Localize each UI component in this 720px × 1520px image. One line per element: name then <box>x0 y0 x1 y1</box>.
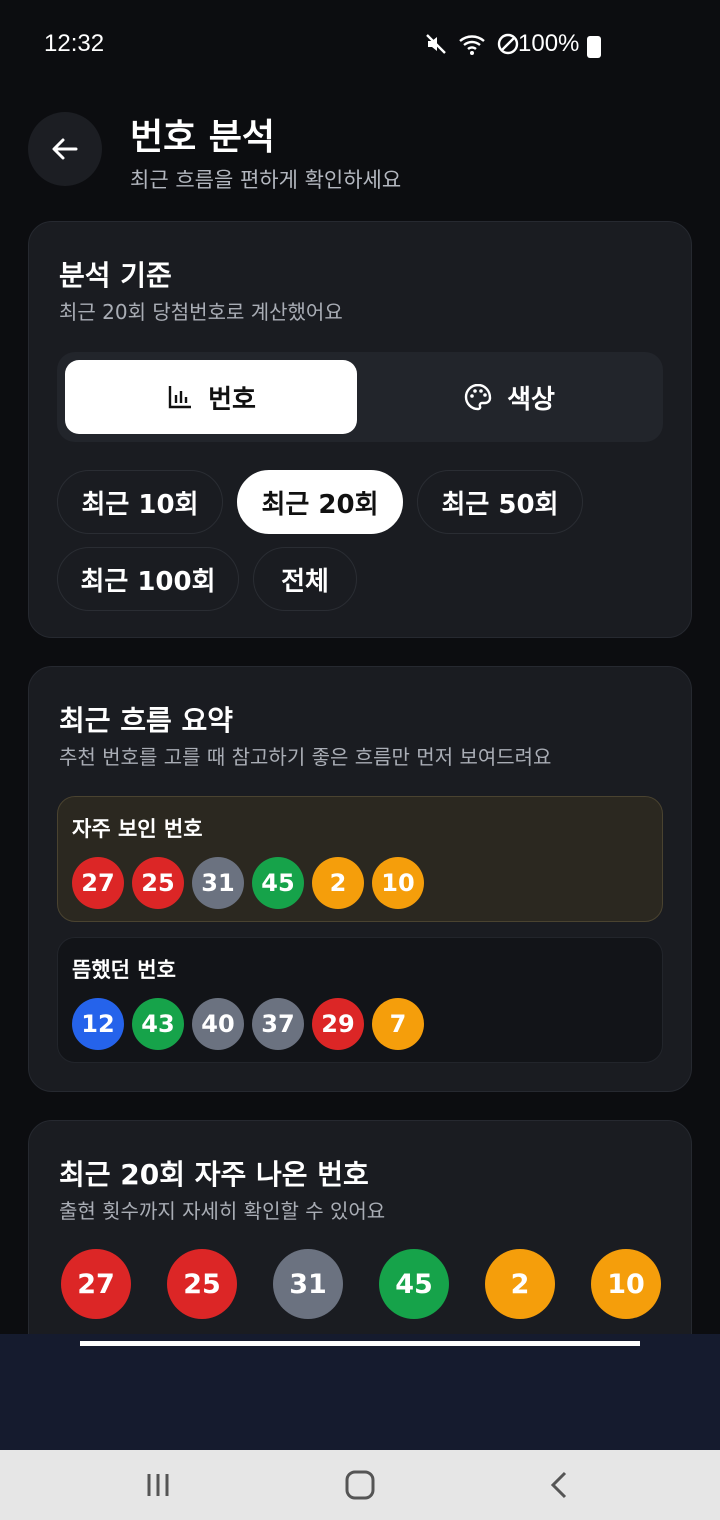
status-icons <box>424 32 520 56</box>
tab-color-label: 색상 <box>507 384 555 415</box>
mute-icon <box>426 34 446 54</box>
banner-strip <box>80 1341 640 1346</box>
range-chip-50[interactable]: 최근 50회 <box>417 470 583 534</box>
range-chip-label: 최근 10회 <box>81 489 199 520</box>
mode-toggle: 번호 색상 <box>57 352 663 442</box>
frequent-subtitle: 출현 횟수까지 자세히 확인할 수 있어요 <box>59 1199 386 1223</box>
number-ball: 31 <box>192 857 244 909</box>
frequent-title: 최근 20회 자주 나온 번호 <box>59 1158 369 1191</box>
home-icon <box>345 1470 375 1500</box>
number-ball[interactable]: 27 <box>61 1249 131 1319</box>
page-title: 번호 분석 <box>130 117 276 158</box>
frequent-numbers-list: 27 25 31 45 2 10 <box>61 1249 661 1319</box>
chevron-left-icon <box>550 1471 567 1499</box>
status-bar: 12:32 100% <box>0 0 720 90</box>
range-chip-label: 전체 <box>281 566 329 597</box>
tab-color[interactable]: 색상 <box>363 360 655 434</box>
range-chip-10[interactable]: 최근 10회 <box>57 470 223 534</box>
page-subtitle: 최근 흐름을 편하게 확인하세요 <box>130 168 402 192</box>
header: 번호 분석 최근 흐름을 편하게 확인하세요 <box>0 100 720 210</box>
battery-icon <box>587 36 601 58</box>
range-chip-label: 최근 100회 <box>80 566 216 597</box>
number-ball: 7 <box>372 998 424 1050</box>
recent-apps-icon <box>147 1474 169 1496</box>
status-time: 12:32 <box>44 30 105 57</box>
range-chip-all[interactable]: 전체 <box>253 547 357 611</box>
cold-numbers-panel: 뜸했던 번호 12 43 40 37 29 7 <box>57 937 663 1063</box>
battery-percent: 100% <box>518 30 580 57</box>
number-ball: 12 <box>72 998 124 1050</box>
back-nav-button[interactable] <box>530 1460 590 1510</box>
hot-numbers-panel: 자주 보인 번호 27 25 31 45 2 10 <box>57 796 663 922</box>
number-ball: 37 <box>252 998 304 1050</box>
summary-card: 최근 흐름 요약 추천 번호를 고를 때 참고하기 좋은 흐름만 먼저 보여드려… <box>28 666 692 1092</box>
number-ball: 43 <box>132 998 184 1050</box>
criteria-title: 분석 기준 <box>59 259 172 292</box>
recent-apps-button[interactable] <box>128 1460 188 1510</box>
number-ball: 27 <box>72 857 124 909</box>
criteria-subtitle: 최근 20회 당첨번호로 계산했어요 <box>59 300 343 324</box>
hot-numbers-list: 27 25 31 45 2 10 <box>72 857 424 909</box>
number-ball: 40 <box>192 998 244 1050</box>
number-ball: 45 <box>252 857 304 909</box>
number-ball[interactable]: 10 <box>591 1249 661 1319</box>
summary-title: 최근 흐름 요약 <box>59 704 234 737</box>
bottom-banner-area <box>0 1334 720 1450</box>
blocked-icon <box>497 33 519 55</box>
wifi-icon <box>459 35 485 55</box>
number-ball: 29 <box>312 998 364 1050</box>
number-ball[interactable]: 25 <box>167 1249 237 1319</box>
tab-number[interactable]: 번호 <box>65 360 357 434</box>
number-ball[interactable]: 45 <box>379 1249 449 1319</box>
home-button[interactable] <box>330 1460 390 1510</box>
system-nav-bar <box>0 1450 720 1520</box>
range-chip-100[interactable]: 최근 100회 <box>57 547 239 611</box>
range-chip-label: 최근 20회 <box>261 489 379 520</box>
palette-icon <box>464 383 492 411</box>
range-chip-20[interactable]: 최근 20회 <box>237 470 403 534</box>
cold-numbers-list: 12 43 40 37 29 7 <box>72 998 424 1050</box>
number-ball: 10 <box>372 857 424 909</box>
number-ball: 2 <box>312 857 364 909</box>
criteria-card: 분석 기준 최근 20회 당첨번호로 계산했어요 번호 색상 최근 10회 최근… <box>28 221 692 638</box>
bar-chart-icon <box>168 386 192 409</box>
range-chip-label: 최근 50회 <box>441 489 559 520</box>
number-ball[interactable]: 31 <box>273 1249 343 1319</box>
number-ball: 25 <box>132 857 184 909</box>
back-button[interactable] <box>28 112 102 186</box>
arrow-left-icon <box>52 138 78 160</box>
cold-numbers-title: 뜸했던 번호 <box>72 958 176 982</box>
tab-number-label: 번호 <box>208 384 256 415</box>
summary-subtitle: 추천 번호를 고를 때 참고하기 좋은 흐름만 먼저 보여드려요 <box>59 745 552 769</box>
hot-numbers-title: 자주 보인 번호 <box>72 817 203 841</box>
number-ball[interactable]: 2 <box>485 1249 555 1319</box>
